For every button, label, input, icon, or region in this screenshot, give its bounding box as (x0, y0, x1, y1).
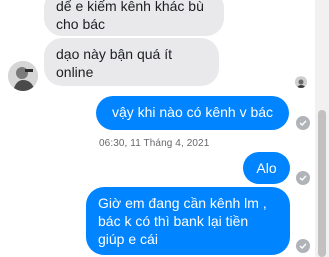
seen-check-icon (296, 171, 310, 185)
incoming-message-bubble[interactable]: dể e kiếm kênh khác bù cho bác (44, 0, 224, 36)
outgoing-message-bubble[interactable]: vậy khi nào có kênh v bác (96, 96, 289, 130)
avatar-image-icon (8, 61, 38, 91)
seen-check-icon (296, 116, 310, 130)
outgoing-message-bubble[interactable]: Giờ em đang cần kênh lm , bác k có thì b… (86, 187, 290, 255)
message-timestamp: 06:30, 11 Tháng 4, 2021 (99, 138, 210, 149)
avatar-image-icon (295, 77, 307, 88)
message-text: vậy khi nào có kênh v bác (111, 104, 274, 120)
message-text: dạo này bận quá ít online (56, 46, 172, 80)
outgoing-message-bubble[interactable]: Alo (243, 152, 290, 184)
sender-avatar[interactable] (8, 61, 38, 91)
message-text: dể e kiếm kênh khác bù cho bác (56, 0, 204, 32)
message-text: Alo (256, 160, 277, 176)
seen-check-icon (296, 239, 310, 253)
scrollbar-thumb[interactable] (318, 110, 326, 257)
read-receipt-avatar (295, 76, 307, 88)
scrollbar[interactable] (315, 0, 329, 257)
incoming-message-bubble[interactable]: dạo này bận quá ít online (44, 38, 219, 86)
message-text: Giờ em đang cần kênh lm , bác k có thì b… (98, 195, 267, 247)
